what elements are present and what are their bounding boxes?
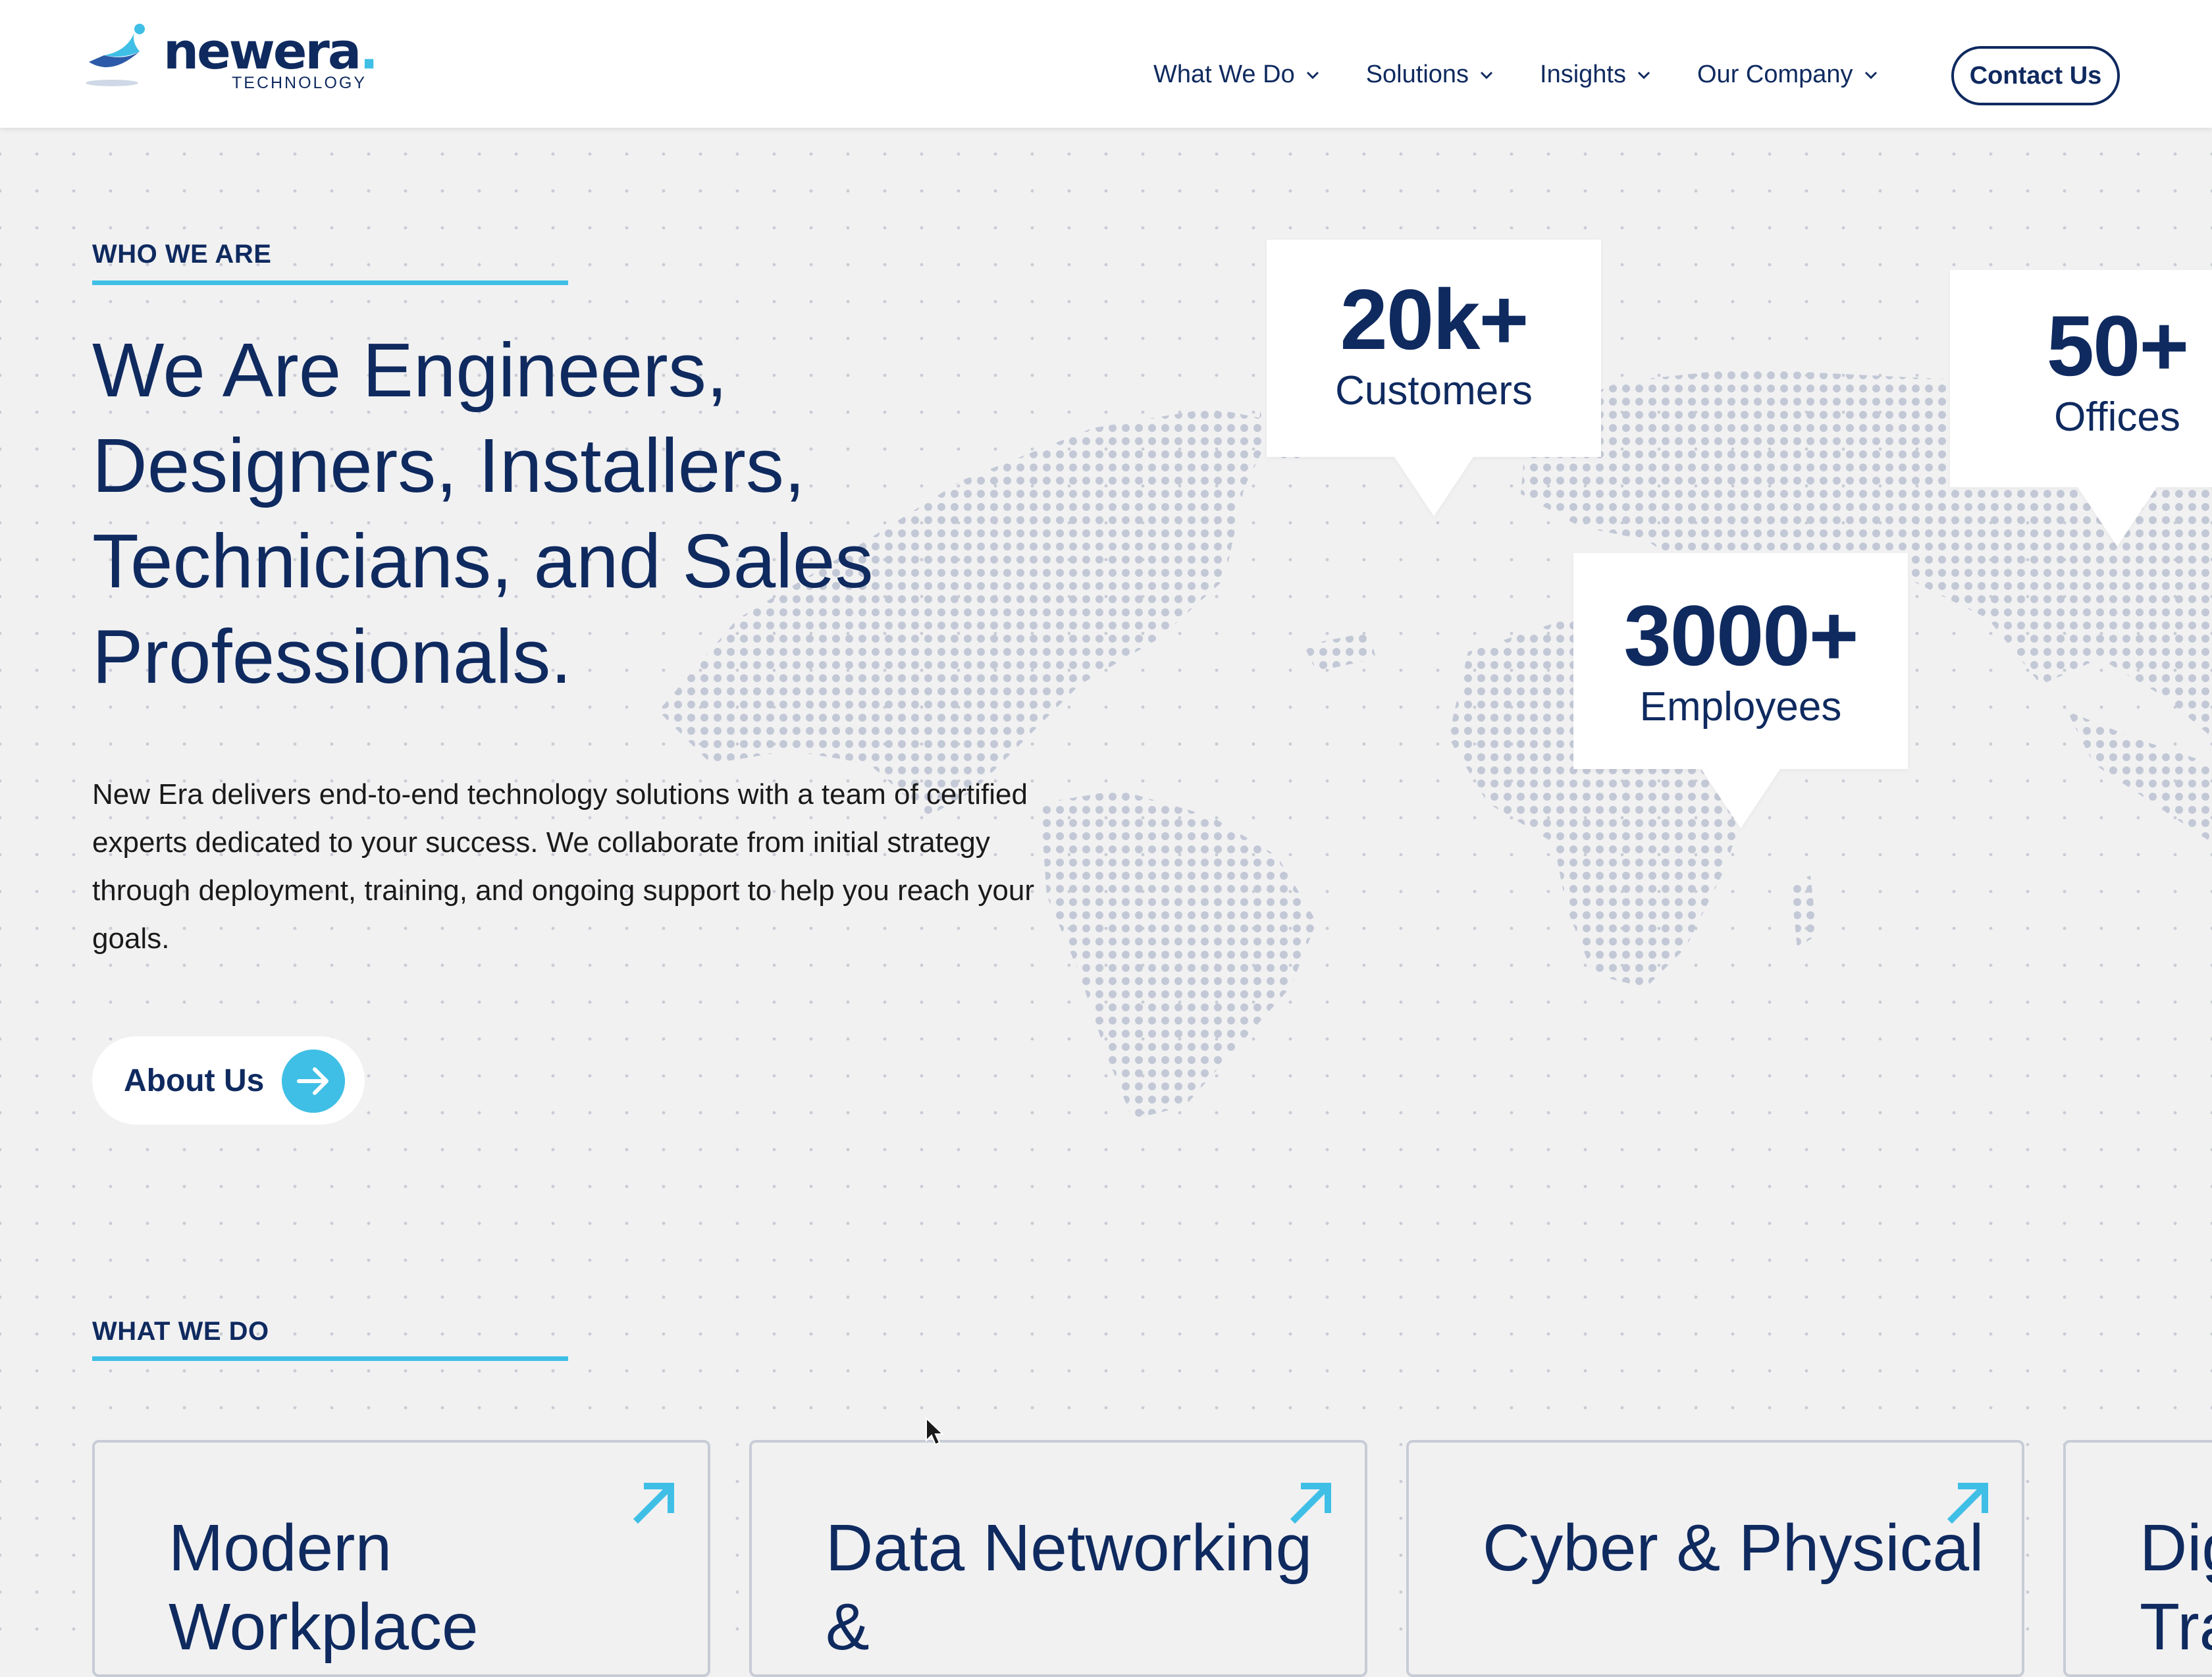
stat-value: 3000+ <box>1623 587 1858 683</box>
stat-offices: 50+ Offices <box>1950 270 2212 546</box>
nav-insights[interactable]: Insights <box>1540 61 1651 89</box>
contact-us-button[interactable]: Contact Us <box>1951 46 2120 105</box>
about-us-label: About Us <box>124 1063 265 1098</box>
stat-label: Customers <box>1335 368 1533 413</box>
card-title: Modern Workplace <box>169 1511 479 1664</box>
stat-employees: 3000+ Employees <box>1573 553 1908 828</box>
nav-what-we-do[interactable]: What We Do <box>1153 61 1320 89</box>
stat-value: 50+ <box>2046 298 2190 394</box>
stat-label: Offices <box>2054 394 2180 440</box>
logo-subtitle: TECHNOLOGY <box>232 74 367 92</box>
nav-label: Insights <box>1540 61 1626 88</box>
stat-label: Employees <box>1639 684 1842 730</box>
nav-label: Our Company <box>1697 61 1853 88</box>
chevron-down-icon <box>1306 71 1319 79</box>
eyebrow-underline <box>92 1356 568 1361</box>
service-card-digital-transformation[interactable]: Dig Tra <box>2063 1440 2212 1677</box>
nav-solutions[interactable]: Solutions <box>1366 61 1494 89</box>
main-nav: What We Do Solutions Insights Our Compan… <box>1153 61 1924 89</box>
nav-label: Solutions <box>1365 61 1469 88</box>
hero-title: We Are Engineers, Designers, Installers,… <box>92 327 874 699</box>
card-title: Data Networking & <box>826 1511 1313 1664</box>
stat-customers: 20k+ Customers <box>1267 240 1601 516</box>
what-we-do-eyebrow: WHAT WE DO <box>92 1317 269 1346</box>
stat-value: 20k+ <box>1340 271 1529 367</box>
chevron-down-icon <box>1864 71 1877 79</box>
chevron-down-icon <box>1637 71 1650 79</box>
eyebrow-underline <box>92 280 568 285</box>
service-card-data-networking[interactable]: Data Networking & <box>749 1440 1367 1677</box>
card-title: Cyber & Physical <box>1483 1511 1984 1585</box>
who-we-are-eyebrow: WHO WE ARE <box>92 240 272 269</box>
logo-mark <box>86 24 145 86</box>
card-title: Dig Tra <box>2140 1511 2212 1664</box>
nav-label: What We Do <box>1153 61 1295 88</box>
service-card-modern-workplace[interactable]: Modern Workplace <box>92 1440 710 1677</box>
logo[interactable]: newera. TECHNOLOGY <box>86 22 382 95</box>
logo-wordmark: newera. <box>163 22 379 80</box>
cursor-icon <box>926 1417 945 1446</box>
site-header: newera. TECHNOLOGY What We Do Solutions … <box>0 0 2212 128</box>
arrow-right-icon <box>282 1050 345 1113</box>
chevron-down-icon <box>1480 71 1493 79</box>
service-card-cyber-physical[interactable]: Cyber & Physical <box>1406 1440 2024 1677</box>
about-us-button[interactable]: About Us <box>92 1036 365 1125</box>
nav-our-company[interactable]: Our Company <box>1697 61 1878 89</box>
hero-description: New Era delivers end-to-end technology s… <box>92 778 1034 955</box>
